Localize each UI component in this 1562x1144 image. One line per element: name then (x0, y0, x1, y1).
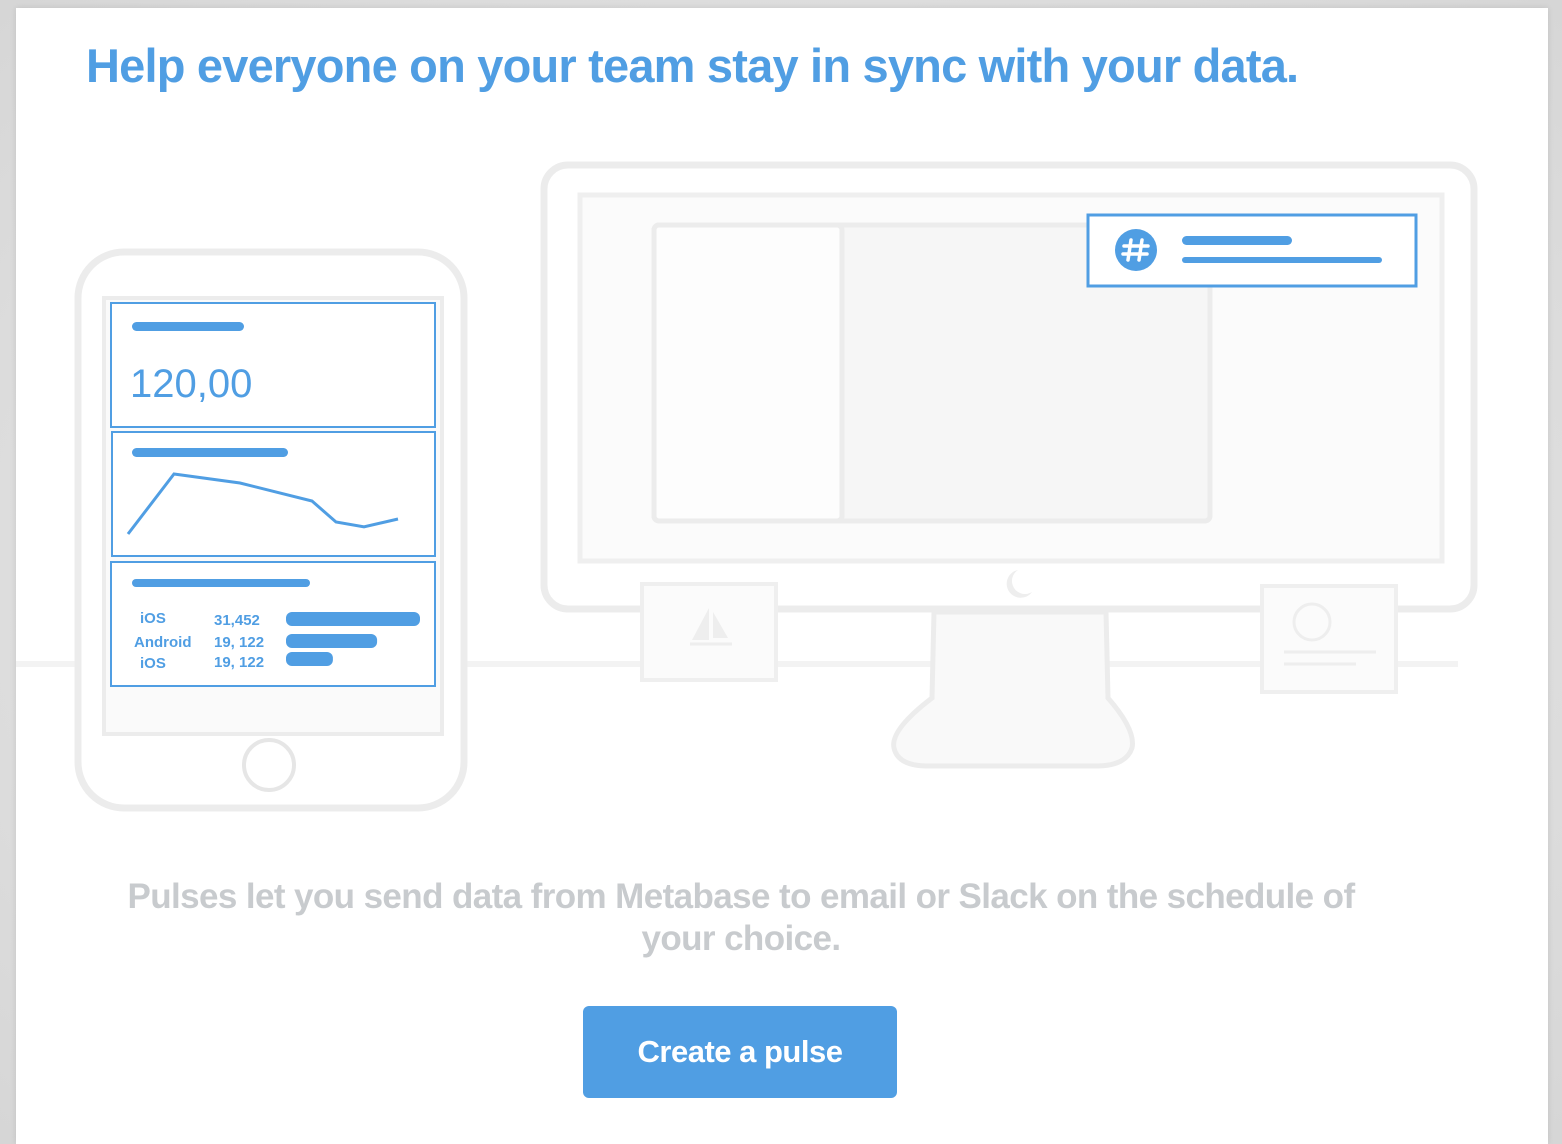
devices-illustration: 120,00 iOS 31,452 Android 19, 122 iOS 19… (16, 161, 1478, 812)
bar-label: iOS (140, 655, 166, 672)
bar-fill (286, 634, 378, 648)
picture-frame-smiley (1260, 584, 1398, 694)
bar-chart-card: iOS 31,452 Android 19, 122 iOS 19, 122 (110, 561, 436, 687)
create-pulse-button[interactable]: Create a pulse (583, 1006, 897, 1098)
bar-value: 19, 122 (214, 634, 264, 651)
slack-notification (1086, 213, 1418, 288)
bar-fill (286, 652, 333, 666)
pulse-empty-state: Help everyone on your team stay in sync … (16, 8, 1548, 1144)
picture-frame-sailboat (640, 582, 778, 682)
mobile-phone: 120,00 iOS 31,452 Android 19, 122 iOS 19… (74, 248, 468, 812)
slack-hash-icon (1115, 229, 1157, 271)
bar-label: Android (134, 634, 192, 651)
bar-value: 31,452 (214, 612, 260, 629)
scalar-card: 120,00 (110, 302, 436, 428)
bar-label: iOS (140, 610, 166, 627)
scalar-value: 120,00 (130, 362, 252, 406)
bar-value: 19, 122 (214, 654, 264, 671)
background-frame: Help everyone on your team stay in sync … (0, 0, 1562, 1144)
line-chart-card (111, 431, 436, 557)
phone-home-button (242, 738, 296, 792)
bar-fill (286, 612, 420, 626)
pulse-description: Pulses let you send data from Metabase t… (127, 877, 1355, 958)
